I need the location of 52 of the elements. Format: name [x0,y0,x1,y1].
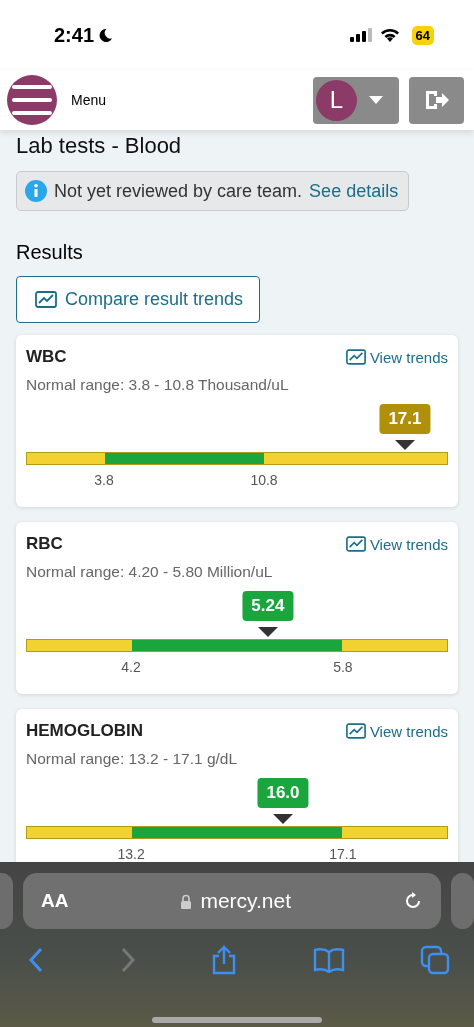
lock-icon [180,893,193,909]
caret-icon [369,96,383,104]
menu-button[interactable] [7,75,57,125]
battery-level: 64 [411,25,434,45]
logout-button[interactable] [409,76,464,124]
page-title: Lab tests - Blood [16,133,183,159]
range-tick-label: 10.8 [250,472,278,488]
result-value: 16.0 [257,778,309,808]
range-tick-label: 5.8 [333,659,353,675]
normal-range: Normal range: 4.20 - 5.80 Million/uL [26,563,274,581]
view-trends-link[interactable]: View trends [345,722,448,740]
menu-icon [12,85,52,115]
trend-chart-icon [345,349,366,365]
notice-text: Not yet reviewed by care team. [54,180,303,202]
info-icon [25,180,47,202]
range-tick-label: 17.1 [329,846,357,862]
url-text: mercy.net [200,889,292,913]
trend-chart-icon [35,291,57,308]
logout-icon [423,89,450,111]
book-icon[interactable] [312,947,345,973]
reload-icon[interactable] [403,891,423,911]
share-icon[interactable] [211,945,237,975]
back-icon[interactable] [28,947,44,973]
results-heading: Results [16,241,84,264]
signal-icon [349,28,372,42]
address-bar[interactable]: AA mercy.net [23,873,441,929]
test-name: WBC [26,347,67,367]
normal-range: Normal range: 3.8 - 10.8 Thousand/uL [26,376,290,394]
moon-icon [98,27,114,43]
test-name: RBC [26,534,63,554]
tabs-icon[interactable] [420,945,450,975]
see-details-link[interactable]: See details [309,180,399,202]
range-tick-label: 4.2 [121,659,141,675]
result-value: 5.24 [242,591,294,621]
trend-chart-icon [345,723,366,739]
view-trends-link[interactable]: View trends [345,535,448,553]
test-name: HEMOGLOBIN [26,721,144,741]
text-size-button[interactable]: AA [41,890,69,912]
avatar: L [316,79,357,121]
trend-chart-icon [345,536,366,552]
result-value: 17.1 [379,404,431,434]
account-button[interactable]: L [313,76,399,124]
wifi-icon [379,27,400,43]
range-tick-label: 3.8 [94,472,114,488]
menu-label: Menu [71,92,107,108]
status-time: 2:41 [54,23,95,47]
normal-range: Normal range: 13.2 - 17.1 g/dL [26,750,239,768]
compare-trends-button[interactable]: Compare result trends [16,276,261,323]
range-tick-label: 13.2 [117,846,145,862]
view-trends-link[interactable]: View trends [345,348,448,366]
forward-icon[interactable] [119,947,136,973]
tab-edge [451,873,474,929]
